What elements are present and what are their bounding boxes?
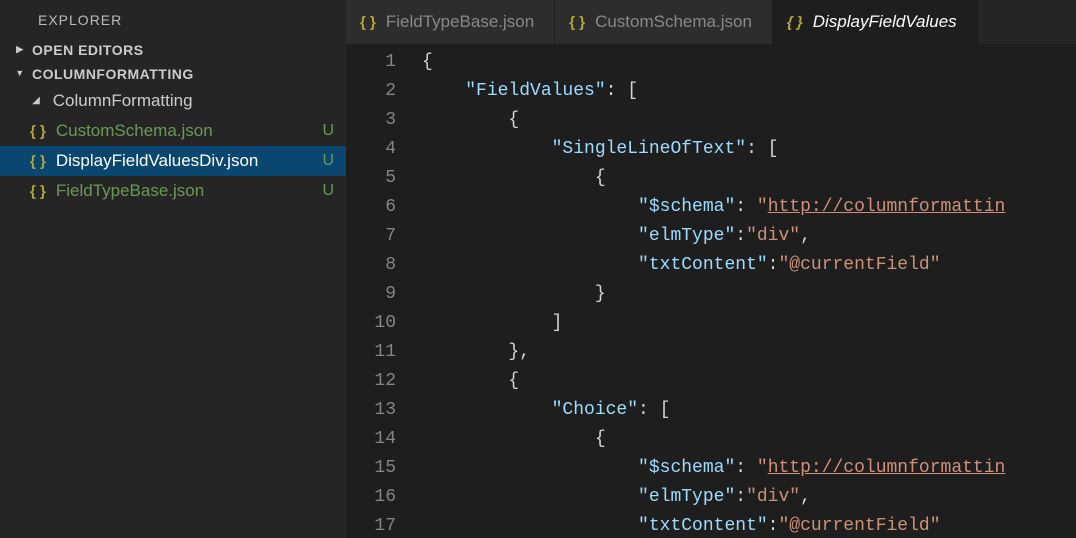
tab-label: CustomSchema.json xyxy=(595,12,752,32)
chevron-down-icon xyxy=(30,94,42,106)
code-line[interactable]: "elmType":"div", xyxy=(422,222,1076,251)
json-file-icon: { } xyxy=(569,14,585,31)
json-file-icon: { } xyxy=(30,123,46,140)
code-content[interactable]: { "FieldValues": [ { "SingleLineOfText":… xyxy=(422,44,1076,538)
json-file-icon: { } xyxy=(30,153,46,170)
git-status-badge: U xyxy=(322,152,334,170)
line-number: 12 xyxy=(346,367,396,396)
file-row[interactable]: { } DisplayFieldValuesDiv.jsonU xyxy=(0,146,346,176)
code-line[interactable]: "Choice": [ xyxy=(422,396,1076,425)
open-editors-section[interactable]: OPEN EDITORS xyxy=(0,38,346,62)
line-number: 3 xyxy=(346,106,396,135)
line-number: 15 xyxy=(346,454,396,483)
code-line[interactable]: "elmType":"div", xyxy=(422,483,1076,512)
code-line[interactable]: { xyxy=(422,367,1076,396)
file-row[interactable]: { } FieldTypeBase.jsonU xyxy=(0,176,346,206)
line-number: 10 xyxy=(346,309,396,338)
code-line[interactable]: "SingleLineOfText": [ xyxy=(422,135,1076,164)
file-name: CustomSchema.json xyxy=(56,121,323,141)
line-number: 6 xyxy=(346,193,396,222)
open-editors-label: OPEN EDITORS xyxy=(32,42,144,58)
line-number: 11 xyxy=(346,338,396,367)
line-gutter: 1234567891011121314151617 xyxy=(346,44,422,538)
json-file-icon: { } xyxy=(360,14,376,31)
code-line[interactable]: "txtContent":"@currentField" xyxy=(422,251,1076,280)
tab-label: DisplayFieldValues xyxy=(813,12,957,32)
file-row[interactable]: { } CustomSchema.jsonU xyxy=(0,116,346,146)
line-number: 16 xyxy=(346,483,396,512)
code-line[interactable]: }, xyxy=(422,338,1076,367)
chevron-down-icon xyxy=(14,67,26,79)
code-line[interactable]: "$schema": "http://columnformattin xyxy=(422,454,1076,483)
line-number: 8 xyxy=(346,251,396,280)
line-number: 14 xyxy=(346,425,396,454)
chevron-right-icon xyxy=(14,43,26,55)
line-number: 7 xyxy=(346,222,396,251)
line-number: 2 xyxy=(346,77,396,106)
code-line[interactable]: } xyxy=(422,280,1076,309)
folder-name: ColumnFormatting xyxy=(53,91,193,111)
tab-label: FieldTypeBase.json xyxy=(386,12,534,32)
explorer-sidebar: EXPLORER OPEN EDITORS COLUMNFORMATTING C… xyxy=(0,0,346,538)
tab-bar: { } FieldTypeBase.json { } CustomSchema.jso… xyxy=(346,0,1076,44)
code-line[interactable]: ] xyxy=(422,309,1076,338)
editor-tab[interactable]: { } FieldTypeBase.json xyxy=(346,0,555,44)
code-line[interactable]: "$schema": "http://columnformattin xyxy=(422,193,1076,222)
editor-area: { } FieldTypeBase.json { } CustomSchema.jso… xyxy=(346,0,1076,538)
code-editor[interactable]: 1234567891011121314151617 { "FieldValues… xyxy=(346,44,1076,538)
code-line[interactable]: { xyxy=(422,48,1076,77)
file-name: DisplayFieldValuesDiv.json xyxy=(56,151,323,171)
json-file-icon: { } xyxy=(787,14,803,31)
line-number: 5 xyxy=(346,164,396,193)
editor-tab[interactable]: { } DisplayFieldValues xyxy=(773,0,978,44)
line-number: 9 xyxy=(346,280,396,309)
code-line[interactable]: { xyxy=(422,425,1076,454)
code-line[interactable]: { xyxy=(422,164,1076,193)
git-status-badge: U xyxy=(322,122,334,140)
code-line[interactable]: "FieldValues": [ xyxy=(422,77,1076,106)
line-number: 13 xyxy=(346,396,396,425)
json-file-icon: { } xyxy=(30,183,46,200)
code-line[interactable]: { xyxy=(422,106,1076,135)
editor-tab[interactable]: { } CustomSchema.json xyxy=(555,0,773,44)
file-name: FieldTypeBase.json xyxy=(56,181,323,201)
workspace-section[interactable]: COLUMNFORMATTING xyxy=(0,62,346,86)
line-number: 17 xyxy=(346,512,396,538)
git-status-badge: U xyxy=(322,182,334,200)
line-number: 1 xyxy=(346,48,396,77)
explorer-title: EXPLORER xyxy=(0,0,346,38)
code-line[interactable]: "txtContent":"@currentField" xyxy=(422,512,1076,538)
line-number: 4 xyxy=(346,135,396,164)
workspace-label: COLUMNFORMATTING xyxy=(32,66,194,82)
folder-row[interactable]: ColumnFormatting xyxy=(0,86,346,116)
file-list: { }CustomSchema.jsonU{ }DisplayFieldValu… xyxy=(0,116,346,206)
